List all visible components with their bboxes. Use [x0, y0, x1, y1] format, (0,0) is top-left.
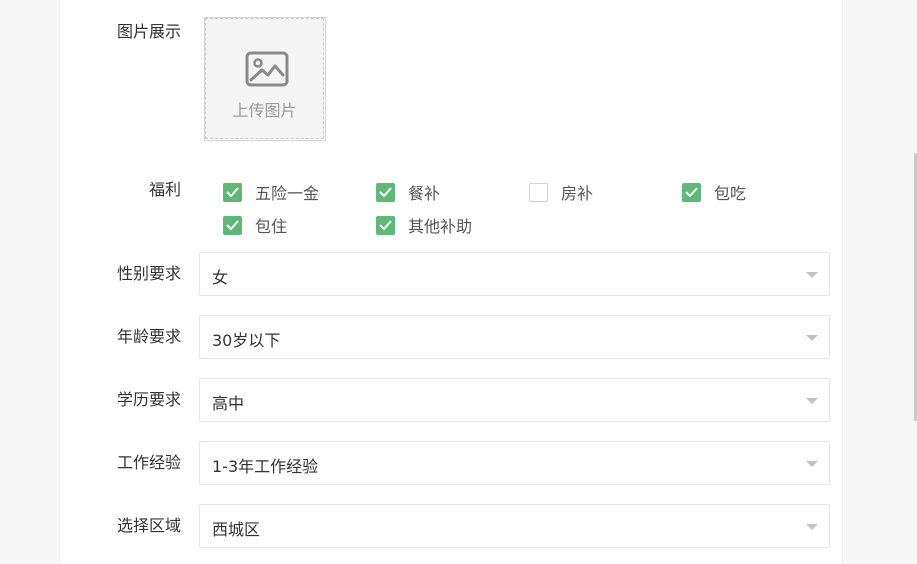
checkbox-label: 包吃	[714, 184, 747, 203]
welfare-label: 福利	[148, 180, 181, 199]
select-value: 西城区	[212, 520, 261, 539]
checkbox-checked-icon	[223, 215, 242, 235]
gender-requirement-label: 性别要求	[116, 264, 181, 283]
checkbox-checked-icon	[223, 182, 242, 202]
welfare-checkbox-qitabuzhu[interactable]: 其他补助	[376, 213, 472, 237]
work-experience-select[interactable]: 1-3年工作经验	[199, 441, 830, 485]
checkbox-checked-icon	[376, 182, 395, 202]
region-select[interactable]: 西城区	[199, 504, 830, 548]
caret-down-icon	[806, 524, 818, 530]
checkbox-label: 房补	[561, 184, 594, 203]
welfare-checkbox-baochi[interactable]: 包吃	[682, 180, 746, 204]
checkbox-label: 其他补助	[408, 217, 473, 236]
checkbox-label: 餐补	[408, 184, 441, 203]
work-experience-label: 工作经验	[116, 453, 181, 472]
checkbox-label: 五险一金	[255, 184, 320, 203]
image-icon	[245, 51, 289, 91]
checkbox-checked-icon	[682, 182, 701, 202]
caret-down-icon	[806, 398, 818, 404]
checkbox-unchecked-icon	[529, 182, 548, 202]
age-requirement-label: 年龄要求	[116, 327, 181, 346]
upload-image-button[interactable]: 上传图片	[205, 18, 324, 139]
welfare-checkbox-wuxianyijin[interactable]: 五险一金	[223, 180, 319, 204]
caret-down-icon	[806, 272, 818, 278]
education-requirement-select[interactable]: 高中	[199, 378, 830, 422]
select-value: 1-3年工作经验	[212, 457, 319, 476]
image-display-label: 图片展示	[116, 22, 181, 41]
caret-down-icon	[806, 461, 818, 467]
gender-requirement-select[interactable]: 女	[199, 252, 830, 296]
upload-image-label: 上传图片	[232, 101, 297, 120]
select-value: 30岁以下	[212, 331, 281, 350]
select-value: 女	[212, 268, 229, 287]
age-requirement-select[interactable]: 30岁以下	[199, 315, 830, 359]
welfare-checkbox-baozhu[interactable]: 包住	[223, 213, 287, 237]
caret-down-icon	[806, 335, 818, 341]
checkbox-label: 包住	[255, 217, 288, 236]
welfare-checkbox-canbu[interactable]: 餐补	[376, 180, 440, 204]
education-requirement-label: 学历要求	[116, 390, 181, 409]
welfare-checkbox-fangbu[interactable]: 房补	[529, 180, 593, 204]
checkbox-checked-icon	[376, 215, 395, 235]
select-value: 高中	[212, 394, 245, 413]
region-label: 选择区域	[116, 516, 181, 535]
